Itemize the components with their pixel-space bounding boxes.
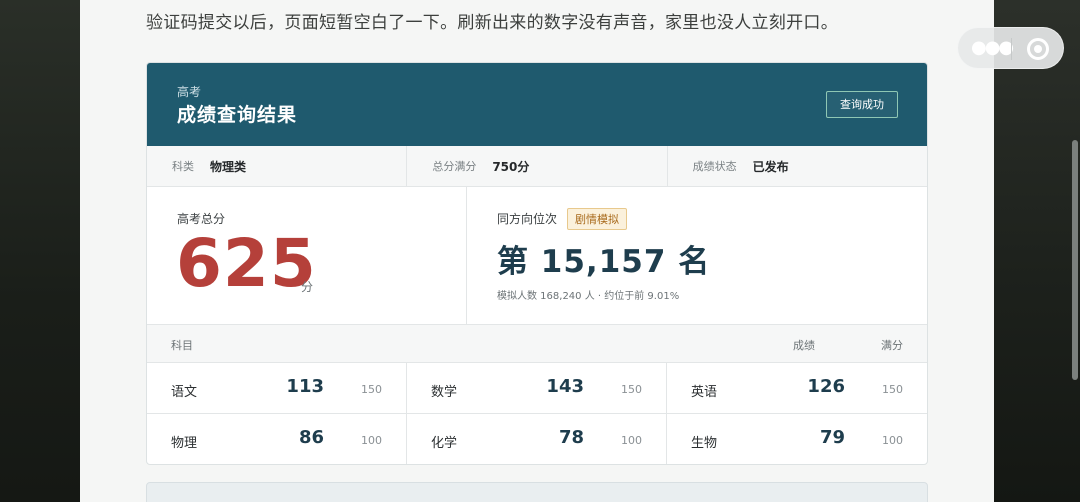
total-score-box: 高考总分 625 分 <box>147 187 467 324</box>
query-status-badge: 查询成功 <box>826 91 898 118</box>
capsule-divider <box>1011 38 1012 60</box>
meta-key: 总分满分 <box>432 160 477 173</box>
subject-name: 化学 <box>431 436 458 451</box>
meta-subject-type: 科类 物理类 <box>147 146 408 186</box>
subjects-header: 科目 成绩 满分 <box>147 325 927 363</box>
subject-score: 126 <box>807 376 845 397</box>
total-score-value: 625 <box>176 225 317 302</box>
subjects-header-subject: 科目 <box>171 339 193 352</box>
background-left <box>0 0 80 502</box>
subject-full: 150 <box>882 383 903 396</box>
score-result-card: 高考 成绩查询结果 查询成功 科类 物理类 总分满分 750分 成绩状态 已发布… <box>146 62 928 465</box>
score-summary-row: 高考总分 625 分 同方向位次 剧情模拟 第 15,157 名 模拟人数 16… <box>147 187 927 325</box>
subjects-grid: 语文 113 150 数学 143 150 英语 126 150 物理 86 1… <box>147 363 927 464</box>
meta-value: 750分 <box>492 159 530 174</box>
meta-key: 科类 <box>172 160 194 173</box>
meta-value: 已发布 <box>752 159 789 174</box>
subjects-header-score: 成绩 <box>793 339 815 352</box>
meta-key: 成绩状态 <box>692 160 737 173</box>
total-score-unit: 分 <box>301 280 314 294</box>
subject-score: 113 <box>286 376 324 397</box>
close-miniprogram-icon[interactable] <box>1027 38 1049 60</box>
subject-full: 100 <box>882 434 903 447</box>
subject-name: 数学 <box>431 385 458 400</box>
subject-chemistry: 化学 78 100 <box>407 414 667 464</box>
more-dots-icon[interactable]: ●●● <box>971 39 1014 57</box>
subject-name: 物理 <box>171 436 198 451</box>
background-right <box>994 0 1080 502</box>
meta-full-score: 总分满分 750分 <box>407 146 668 186</box>
simulation-tag: 剧情模拟 <box>567 208 627 230</box>
subject-score: 79 <box>819 427 845 448</box>
meta-row: 科类 物理类 总分满分 750分 成绩状态 已发布 <box>147 146 927 187</box>
subjects-header-full: 满分 <box>881 339 903 352</box>
page-panel: 验证码提交以后，页面短暂空白了一下。刷新出来的数字没有声音，家里也没人立刻开口。… <box>80 0 994 502</box>
subject-physics: 物理 86 100 <box>147 414 407 464</box>
subject-biology: 生物 79 100 <box>667 414 927 464</box>
card-kicker: 高考 <box>177 85 202 99</box>
subject-english: 英语 126 150 <box>667 363 927 414</box>
card-header: 高考 成绩查询结果 查询成功 <box>147 63 927 146</box>
subject-score: 86 <box>298 427 324 448</box>
card-title: 成绩查询结果 <box>177 104 298 126</box>
subject-full: 100 <box>361 434 382 447</box>
story-text: 验证码提交以后，页面短暂空白了一下。刷新出来的数字没有声音，家里也没人立刻开口。 <box>146 13 838 33</box>
subject-name: 语文 <box>171 385 198 400</box>
scrollbar[interactable] <box>1072 140 1078 380</box>
subject-full: 150 <box>621 383 642 396</box>
subject-chinese: 语文 113 150 <box>147 363 407 414</box>
subject-score: 78 <box>558 427 584 448</box>
rank-subtext: 模拟人数 168,240 人 · 约位于前 9.01% <box>497 291 680 302</box>
meta-value: 物理类 <box>210 159 247 174</box>
subject-name: 英语 <box>691 385 718 400</box>
rank-label: 同方向位次 <box>497 212 558 226</box>
subject-math: 数学 143 150 <box>407 363 667 414</box>
subject-score: 143 <box>546 376 584 397</box>
meta-status: 成绩状态 已发布 <box>668 146 927 186</box>
subject-full: 100 <box>621 434 642 447</box>
subject-name: 生物 <box>691 436 718 451</box>
subject-full: 150 <box>361 383 382 396</box>
rank-value: 第 15,157 名 <box>497 244 711 280</box>
rank-box: 同方向位次 剧情模拟 第 15,157 名 模拟人数 168,240 人 · 约… <box>467 187 927 324</box>
miniprogram-capsule: ●●● <box>957 27 1064 69</box>
disclaimer-strip <box>146 482 928 502</box>
